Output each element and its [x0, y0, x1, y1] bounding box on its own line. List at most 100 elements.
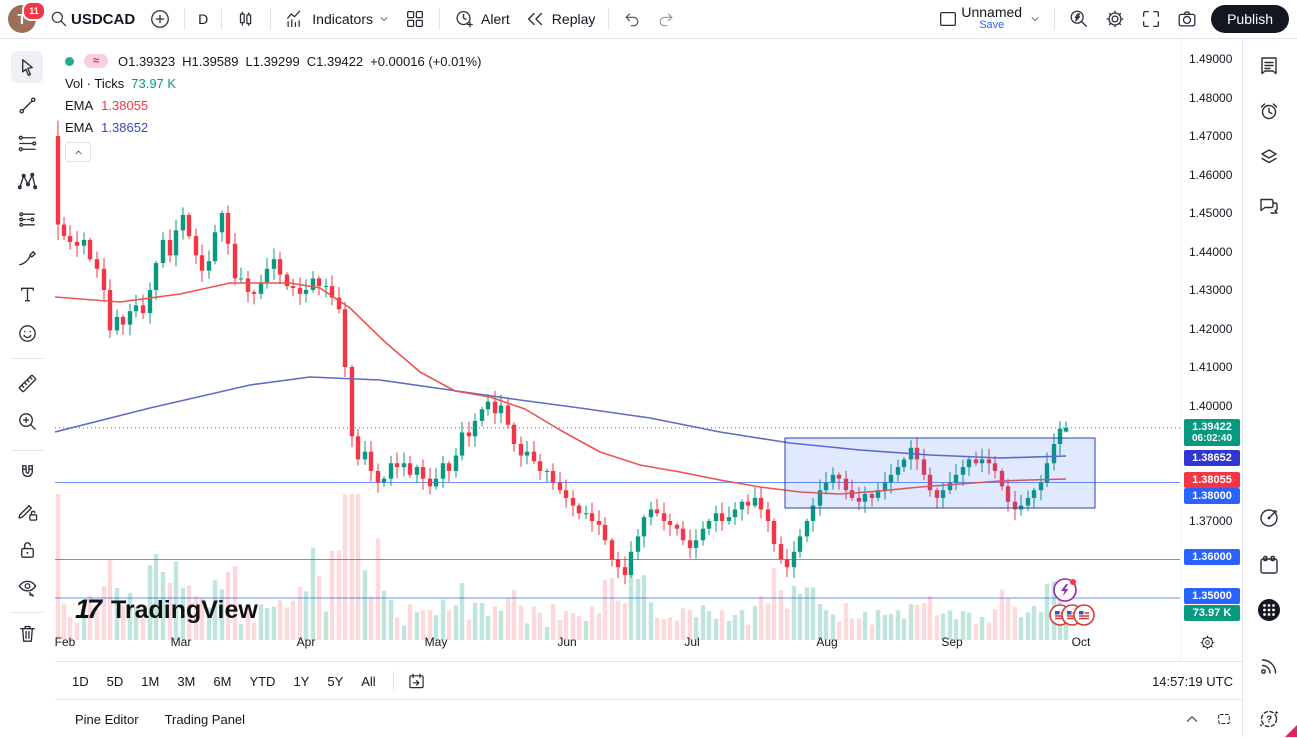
ohlc-change: +0.00016 (+0.01%) — [370, 54, 481, 69]
undo-button[interactable] — [615, 4, 649, 34]
price-tick: 1.46000 — [1189, 168, 1232, 182]
projection-tool-button[interactable] — [11, 203, 43, 235]
screenshot-button[interactable] — [1169, 4, 1205, 34]
layout-templates-button[interactable] — [397, 4, 433, 34]
alerts-clock-button[interactable] — [1253, 95, 1285, 127]
range-ytd-button[interactable]: YTD — [240, 670, 284, 693]
save-label[interactable]: Save — [979, 19, 1004, 32]
user-menu[interactable]: T 11 — [8, 4, 42, 34]
chart-pane[interactable]: 17TradingViewFebMarAprMayJunJulAugSepOct… — [55, 38, 1180, 661]
indicators-button[interactable]: Indicators — [277, 4, 397, 34]
legend-collapse-button[interactable] — [65, 142, 91, 162]
drawing-toolbar — [0, 39, 54, 737]
watchlist-button[interactable] — [1253, 50, 1285, 82]
ohlc-high: H1.39589 — [182, 54, 238, 69]
range-6m-button[interactable]: 6M — [204, 670, 240, 693]
range-1y-button[interactable]: 1Y — [284, 670, 318, 693]
symbol-legend-row[interactable]: ≈ O1.39323H1.39589L1.39299C1.39422+0.000… — [65, 50, 488, 72]
alerts-clock-icon — [1257, 99, 1281, 123]
interval-button[interactable]: D — [191, 4, 215, 34]
lock-all-tool-button[interactable] — [11, 533, 43, 565]
text-tool-icon — [16, 283, 39, 306]
price-axis[interactable]: 1.490001.480001.470001.460001.450001.440… — [1180, 38, 1244, 661]
range-5y-button[interactable]: 5Y — [318, 670, 352, 693]
emoji-tool-button[interactable] — [11, 317, 43, 349]
compare-add-symbol-button[interactable] — [142, 4, 178, 34]
range-3m-button[interactable]: 3M — [168, 670, 204, 693]
streams-icon — [1257, 654, 1281, 678]
ema-slow-legend-row[interactable]: EMA 1.38652 — [65, 116, 488, 138]
layout-name: Unnamed — [961, 6, 1022, 19]
object-tree-layers-button[interactable] — [1253, 141, 1285, 173]
magnet-tool-icon — [16, 462, 39, 485]
ema-fast-legend-row[interactable]: EMA 1.38055 — [65, 94, 488, 116]
trend-line-tool-button[interactable] — [11, 89, 43, 121]
indicators-icon — [284, 8, 306, 30]
hide-drawings-tool-icon — [16, 576, 39, 599]
watchlist-icon — [1257, 54, 1281, 78]
help-sparkles-button[interactable]: ? — [1253, 702, 1285, 734]
panel-expand-chevron-icon[interactable] — [1183, 710, 1201, 728]
ruler-tool-button[interactable] — [11, 367, 43, 399]
emoji-tool-icon — [16, 322, 39, 345]
time-axis-month: Feb — [55, 635, 76, 649]
draw-lock-tool-button[interactable] — [11, 495, 43, 527]
replay-button[interactable]: Replay — [517, 4, 603, 34]
price-tick: 1.37000 — [1189, 514, 1232, 528]
interval-label: D — [198, 11, 208, 27]
text-tool-button[interactable] — [11, 278, 43, 310]
remove-drawings-tool-button[interactable] — [11, 617, 43, 649]
notification-badge: 11 — [22, 1, 46, 21]
search-icon — [49, 9, 69, 29]
time-axis-month: Jun — [557, 635, 576, 649]
zoom-in-tool-button[interactable] — [11, 405, 43, 437]
brush-tool-button[interactable] — [11, 241, 43, 273]
range-all-button[interactable]: All — [352, 670, 384, 693]
cursor-tool-button[interactable] — [11, 51, 43, 83]
separator — [184, 8, 185, 30]
price-tick: 1.40000 — [1189, 399, 1232, 413]
fib-lines-tool-icon — [16, 132, 39, 155]
panel-maximize-icon[interactable] — [1215, 710, 1233, 728]
chevron-up-icon — [73, 147, 84, 158]
right-sidebar: ? — [1242, 39, 1297, 737]
alert-button[interactable]: Alert — [446, 4, 517, 34]
axis-settings-gear-icon[interactable] — [1199, 634, 1216, 651]
redo-icon — [656, 9, 676, 29]
screener-target-button[interactable] — [1253, 502, 1285, 534]
gear-icon — [1104, 8, 1126, 30]
hide-drawings-tool-button[interactable] — [11, 571, 43, 603]
xabcd-pattern-tool-button[interactable] — [11, 165, 43, 197]
tab-trading-panel[interactable]: Trading Panel — [159, 708, 251, 731]
fib-lines-tool-button[interactable] — [11, 127, 43, 159]
tab-pine-editor[interactable]: Pine Editor — [69, 708, 145, 731]
magnet-tool-button[interactable] — [11, 457, 43, 489]
quick-search-button[interactable] — [1061, 4, 1097, 34]
volume-legend-row[interactable]: Vol · Ticks 73.97 K — [65, 72, 488, 94]
symbol-search-button[interactable]: USDCAD — [42, 4, 142, 34]
replay-label: Replay — [552, 11, 596, 27]
chart-settings-button[interactable] — [1097, 4, 1133, 34]
chart-style-button[interactable] — [228, 4, 264, 34]
range-1m-button[interactable]: 1M — [132, 670, 168, 693]
remove-drawings-tool-icon — [16, 622, 39, 645]
price-tick: 1.42000 — [1189, 322, 1232, 336]
fullscreen-button[interactable] — [1133, 4, 1169, 34]
range-5d-button[interactable]: 5D — [98, 670, 133, 693]
ohlc-open: O1.39323 — [118, 54, 175, 69]
separator — [221, 8, 222, 30]
time-axis-month: Jul — [684, 635, 699, 649]
apps-grid-dark-button[interactable] — [1253, 594, 1285, 626]
replay-icon — [524, 8, 546, 30]
publish-button[interactable]: Publish — [1211, 5, 1289, 33]
chat-button[interactable] — [1253, 189, 1285, 221]
separator — [393, 671, 394, 691]
save-layout-button[interactable]: Unnamed Save — [930, 4, 1048, 34]
go-to-date-button[interactable] — [402, 669, 431, 694]
streams-button[interactable] — [1253, 650, 1285, 682]
clock-utc[interactable]: 14:57:19 UTC — [1152, 674, 1243, 689]
hidden-widget-corner[interactable] — [1285, 725, 1297, 737]
redo-button[interactable] — [649, 4, 683, 34]
range-1d-button[interactable]: 1D — [63, 670, 98, 693]
calendar-button[interactable] — [1253, 549, 1285, 581]
